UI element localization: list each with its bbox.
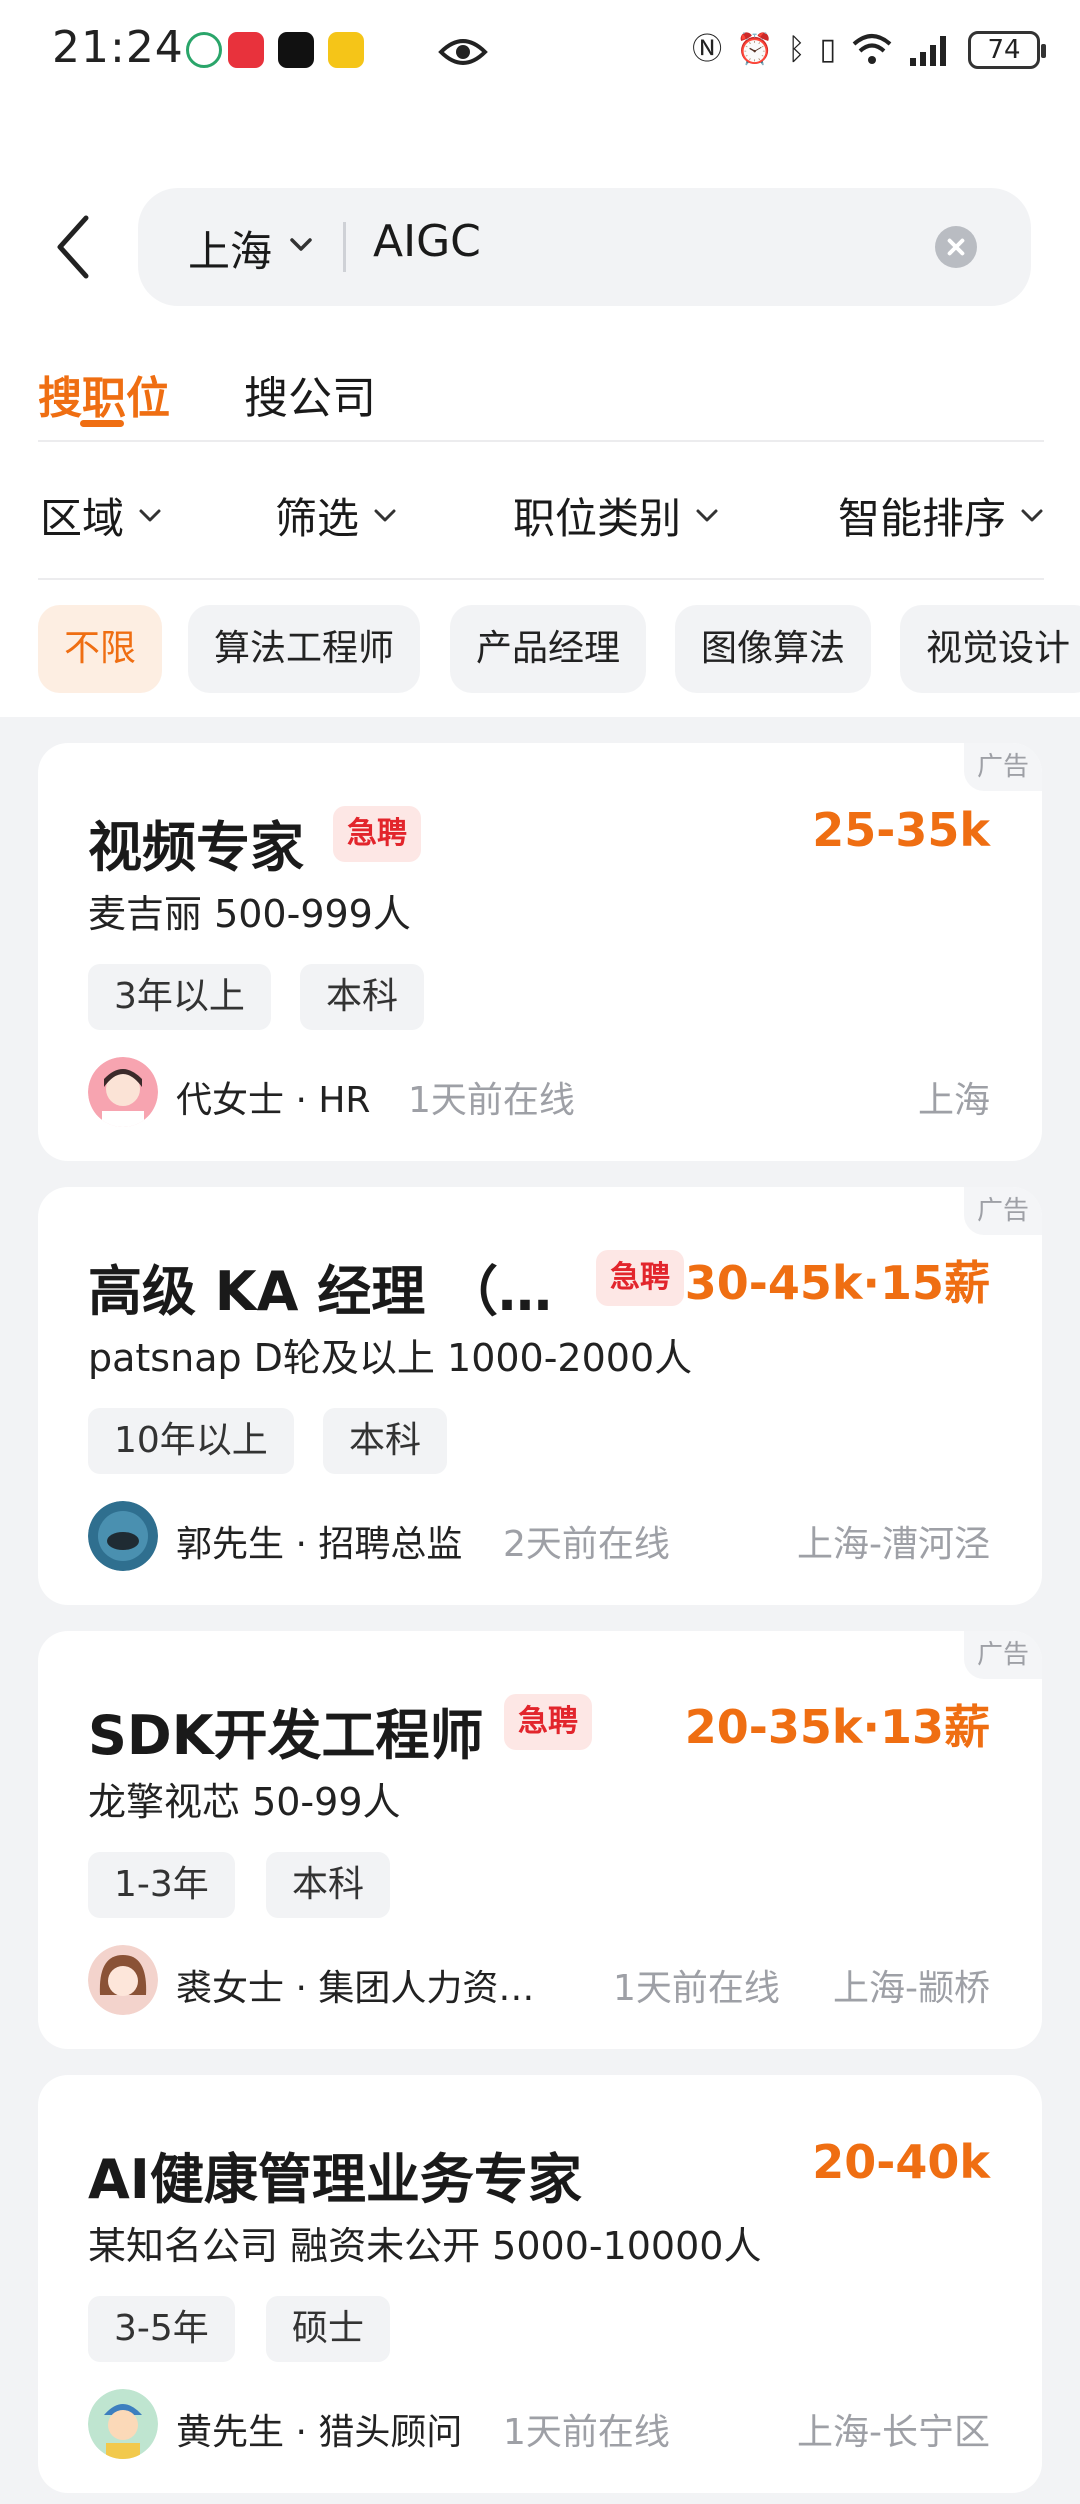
filter-smart-sort[interactable]: 智能排序 [838,485,1044,546]
filter-label: 区域 [40,494,125,543]
recruiter-avatar [88,1501,158,1571]
recruiter-name: 裘女士 · 集团人力资… [176,1968,535,2009]
job-tag: 本科 [323,1408,448,1474]
ad-label: 广告 [964,1187,1042,1235]
job-card[interactable]: 广告 SDK开发工程师 急聘 20-35k·13薪 龙擎视芯 50-99人 1-… [38,1631,1042,2049]
job-salary: 25-35k [812,803,990,857]
nfc-icon: Ⓝ [692,32,723,67]
job-tag: 3-5年 [88,2296,235,2362]
filter-screen[interactable]: 筛选 [275,485,397,546]
job-tag: 本科 [300,964,425,1030]
recruiter-avatar [88,2389,158,2459]
divider [38,578,1044,580]
filter-label: 筛选 [275,494,360,543]
recruiter-name: 郭先生 · 招聘总监 [176,1524,463,1565]
weibo-icon [328,32,364,68]
urgent-badge: 急聘 [504,1694,592,1750]
recruiter-avatar [88,1057,158,1127]
alarm-icon: ⏰ [736,32,774,67]
online-status: 1天前在线 [408,1080,575,1121]
chip-image-algorithm[interactable]: 图像算法 [675,605,872,693]
company-info: 麦吉丽 500-999人 [88,892,411,936]
search-divider [343,222,346,272]
status-bar: 21:24 Ⓝ ⏰ ᛒ ▯ 74 [0,0,1080,104]
job-card[interactable]: 广告 高级 KA 经理 （… 急聘 30-45k·15薪 patsnap D轮及… [38,1187,1042,1605]
chip-visual-design[interactable]: 视觉设计 [900,605,1080,693]
tab-search-jobs[interactable]: 搜职位 [38,362,170,427]
online-status: 2天前在线 [503,1524,670,1565]
status-time: 21:24 [52,22,184,73]
chevron-down-icon [374,509,396,521]
filter-job-category[interactable]: 职位类别 [513,485,719,546]
job-title: 视频专家 [88,816,304,879]
clear-search-icon[interactable] [935,226,977,268]
job-location: 上海-长宁区 [797,2412,990,2453]
eye-icon [438,39,488,65]
app-notification-icon [186,32,222,68]
job-title: AI健康管理业务专家 [88,2148,582,2211]
job-salary: 20-40k [812,2135,990,2189]
search-bar[interactable]: 上海 AIGC [138,188,1031,306]
job-location: 上海-漕河泾 [797,1524,990,1565]
job-tag: 3年以上 [88,964,271,1030]
tab-search-companies[interactable]: 搜公司 [244,362,376,426]
urgent-badge: 急聘 [596,1250,684,1306]
ad-label: 广告 [964,1631,1042,1679]
job-tag: 硕士 [266,2296,391,2362]
job-tag: 本科 [266,1852,391,1918]
battery-level: 74 [987,35,1021,65]
chevron-down-icon [1021,509,1043,521]
job-salary: 20-35k·13薪 [684,1700,990,1754]
job-title: SDK开发工程师 [88,1704,484,1767]
back-arrow-icon[interactable] [50,212,100,282]
job-salary: 30-45k·15薪 [684,1256,990,1310]
chip-algorithm-engineer[interactable]: 算法工程师 [188,605,421,693]
job-card[interactable]: 广告 视频专家 急聘 25-35k 麦吉丽 500-999人 3年以上 本科 代… [38,743,1042,1161]
company-info: 龙擎视芯 50-99人 [88,1780,401,1824]
recruiter-name: 黄先生 · 猎头顾问 [176,2412,463,2453]
filter-label: 智能排序 [838,494,1007,543]
city-selector[interactable]: 上海 [188,218,272,279]
tiktok-icon [278,32,314,68]
search-input[interactable]: AIGC [373,216,481,267]
filter-region[interactable]: 区域 [40,485,162,546]
online-status: 1天前在线 [503,2412,670,2453]
filter-label: 职位类别 [513,494,682,543]
wifi-icon [852,34,892,64]
ad-label: 广告 [964,743,1042,791]
vibrate-icon: ▯ [819,32,836,67]
app-notification-icon [228,32,264,68]
signal-icon [910,36,946,66]
bluetooth-icon: ᛒ [787,32,806,67]
company-info: patsnap D轮及以上 1000-2000人 [88,1336,693,1380]
recruiter-avatar [88,1945,158,2015]
job-location: 上海-颛桥 [833,1968,990,2009]
job-title: 高级 KA 经理 （… [88,1260,553,1323]
chevron-down-icon[interactable] [288,234,314,256]
job-tag: 1-3年 [88,1852,235,1918]
job-location: 上海 [917,1080,990,1121]
chip-product-manager[interactable]: 产品经理 [450,605,647,693]
chevron-down-icon [139,509,161,521]
job-card[interactable]: AI健康管理业务专家 20-40k 某知名公司 融资未公开 5000-10000… [38,2075,1042,2493]
job-tag: 10年以上 [88,1408,294,1474]
chip-unlimited[interactable]: 不限 [38,605,163,693]
online-status: 1天前在线 [613,1968,780,2009]
urgent-badge: 急聘 [333,806,421,862]
battery-indicator: 74 [968,31,1046,69]
chevron-down-icon [696,509,718,521]
divider [38,440,1044,442]
recruiter-name: 代女士 · HR [176,1080,371,1121]
company-info: 某知名公司 融资未公开 5000-10000人 [88,2224,762,2268]
